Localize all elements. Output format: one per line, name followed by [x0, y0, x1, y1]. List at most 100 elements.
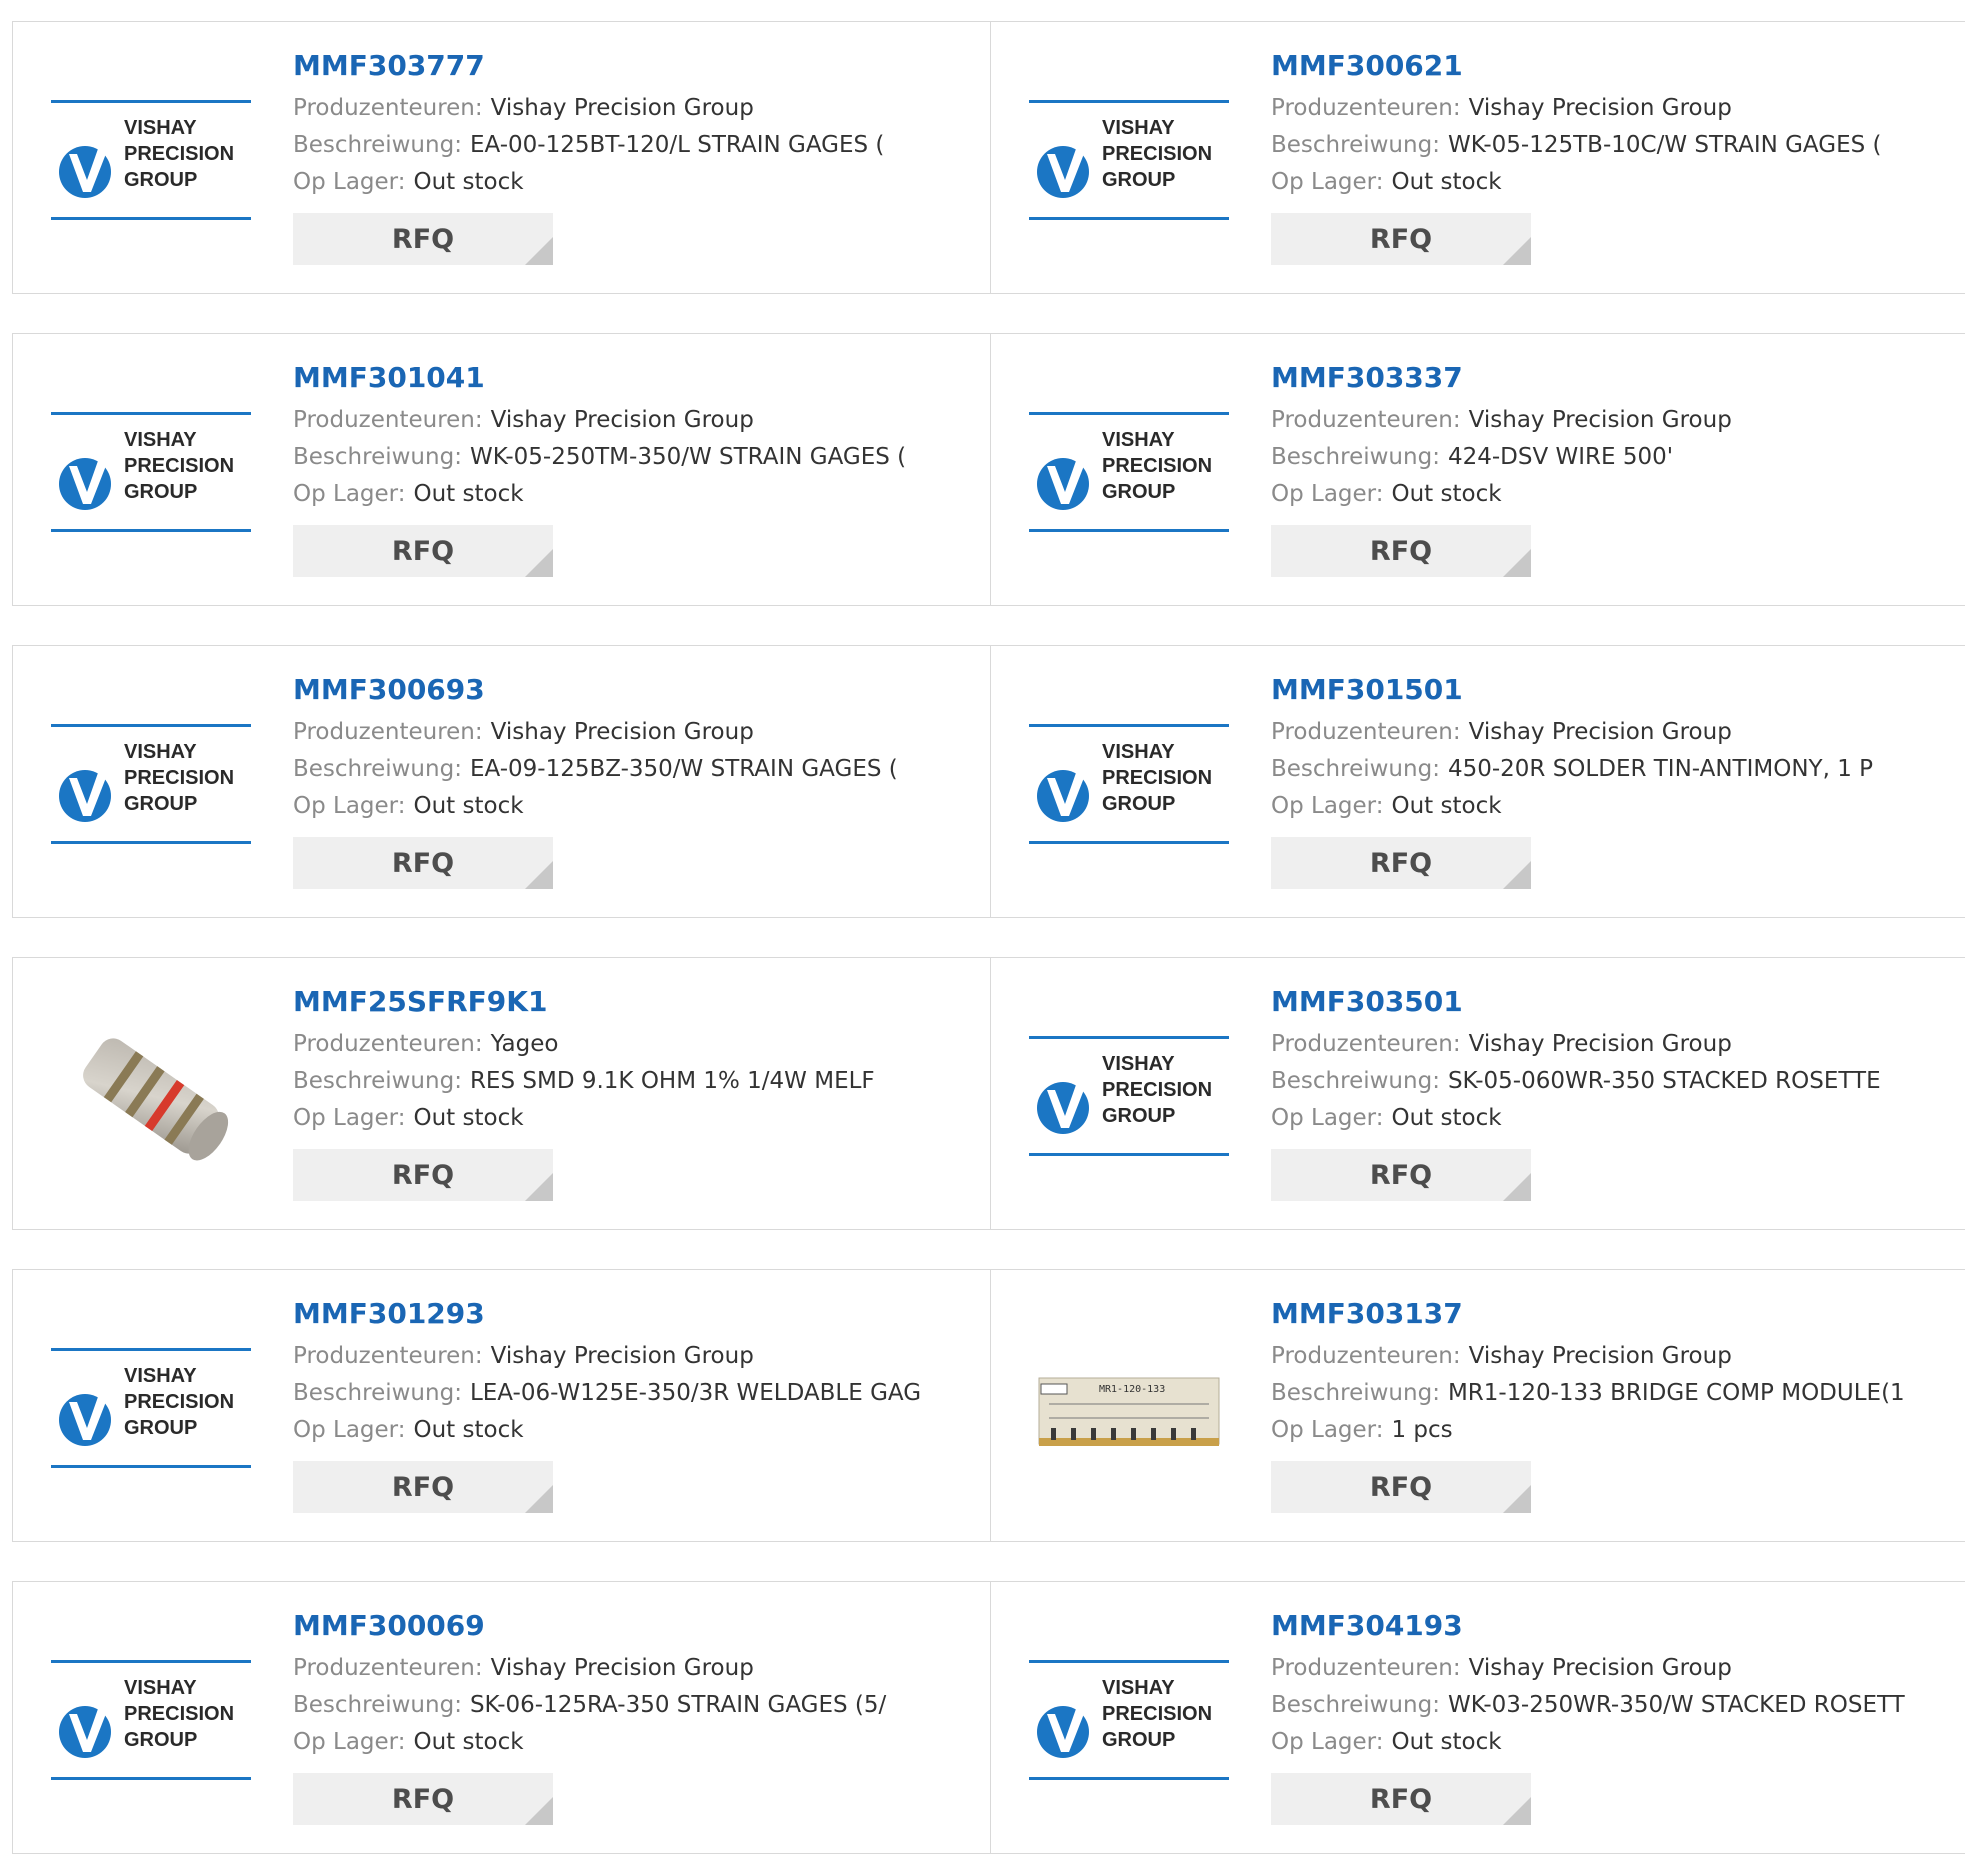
- product-image[interactable]: VISHAY PRECISION GROUP: [1029, 684, 1229, 884]
- description-value: EA-09-125BZ-350/W STRAIN GAGES (: [469, 756, 898, 782]
- rfq-button[interactable]: RFQ: [1271, 213, 1531, 265]
- rfq-button[interactable]: RFQ: [293, 213, 553, 265]
- stock-value: Out stock: [1391, 169, 1502, 195]
- part-number-link[interactable]: MMF301041: [293, 356, 981, 402]
- description-row: Beschreiwung: MR1-120-133 BRIDGE COMP MOD…: [1271, 1375, 1959, 1412]
- product-card: MR1-120-133 MMF303137 Produzenteuren: Vis…: [990, 1269, 1965, 1542]
- logo-line2: PRECISION: [1102, 1703, 1212, 1725]
- vishay-logo-image: VISHAY PRECISION GROUP: [51, 724, 251, 844]
- rfq-button[interactable]: RFQ: [293, 1461, 553, 1513]
- rfq-button[interactable]: RFQ: [1271, 1773, 1531, 1825]
- product-image[interactable]: VISHAY PRECISION GROUP: [51, 60, 251, 260]
- manufacturer-value: Vishay Precision Group: [490, 407, 754, 433]
- rfq-button[interactable]: RFQ: [1271, 1461, 1531, 1513]
- rfq-button[interactable]: RFQ: [1271, 837, 1531, 889]
- logo-line2: PRECISION: [124, 1703, 234, 1725]
- description-row: Beschreiwung: WK-03-250WR-350/W STACKED R…: [1271, 1687, 1959, 1724]
- rfq-label: RFQ: [391, 1783, 455, 1815]
- product-image[interactable]: [51, 996, 251, 1196]
- manufacturer-label: Produzenteuren:: [1271, 1343, 1461, 1369]
- product-image[interactable]: VISHAY PRECISION GROUP: [51, 684, 251, 884]
- rfq-button[interactable]: RFQ: [293, 525, 553, 577]
- product-image[interactable]: VISHAY PRECISION GROUP: [51, 1308, 251, 1508]
- vishay-logo-image: VISHAY PRECISION GROUP: [1029, 412, 1229, 532]
- product-card: VISHAY PRECISION GROUP MMF303337 Produze…: [990, 333, 1965, 606]
- stock-value: Out stock: [413, 169, 524, 195]
- vishay-logo-image: VISHAY PRECISION GROUP: [51, 1660, 251, 1780]
- corner-triangle-icon: [525, 861, 553, 889]
- stock-label: Op Lager:: [293, 481, 406, 507]
- part-number-link[interactable]: MMF303137: [1271, 1292, 1959, 1338]
- logo-line2: PRECISION: [1102, 455, 1212, 477]
- manufacturer-label: Produzenteuren:: [293, 1655, 483, 1681]
- manufacturer-row: Produzenteuren: Vishay Precision Group: [293, 90, 981, 127]
- stock-value: Out stock: [1391, 1729, 1502, 1755]
- description-label: Beschreiwung:: [1271, 756, 1440, 782]
- product-info: MMF303337 Produzenteuren: Vishay Precisio…: [1271, 356, 1959, 577]
- svg-text:MR1-120-133: MR1-120-133: [1099, 1384, 1165, 1395]
- manufacturer-value: Vishay Precision Group: [490, 1655, 754, 1681]
- description-label: Beschreiwung:: [293, 132, 462, 158]
- corner-triangle-icon: [1503, 861, 1531, 889]
- rfq-button[interactable]: RFQ: [293, 1773, 553, 1825]
- rfq-label: RFQ: [391, 223, 455, 255]
- stock-value: Out stock: [1391, 481, 1502, 507]
- logo-line3: GROUP: [124, 481, 197, 503]
- description-row: Beschreiwung: SK-05-060WR-350 STACKED ROS…: [1271, 1063, 1959, 1100]
- rfq-button[interactable]: RFQ: [1271, 1149, 1531, 1201]
- part-number-link[interactable]: MMF300069: [293, 1604, 981, 1650]
- logo-line2: PRECISION: [124, 143, 234, 165]
- part-number-link[interactable]: MMF303337: [1271, 356, 1959, 402]
- logo-line1: VISHAY: [124, 741, 197, 763]
- rfq-button[interactable]: RFQ: [293, 1149, 553, 1201]
- rfq-button[interactable]: RFQ: [293, 837, 553, 889]
- logo-line1: VISHAY: [1102, 1677, 1175, 1699]
- product-image[interactable]: VISHAY PRECISION GROUP: [1029, 996, 1229, 1196]
- logo-line3: GROUP: [1102, 1729, 1175, 1751]
- description-value: 450-20R SOLDER TIN-ANTIMONY, 1 P: [1447, 756, 1874, 782]
- product-image[interactable]: VISHAY PRECISION GROUP: [1029, 372, 1229, 572]
- manufacturer-label: Produzenteuren:: [293, 1343, 483, 1369]
- product-image[interactable]: VISHAY PRECISION GROUP: [51, 372, 251, 572]
- logo-line2: PRECISION: [1102, 143, 1212, 165]
- product-info: MMF303777 Produzenteuren: Vishay Precisio…: [293, 44, 981, 265]
- vishay-logo-image: VISHAY PRECISION GROUP: [1029, 724, 1229, 844]
- corner-triangle-icon: [1503, 1485, 1531, 1513]
- part-number-link[interactable]: MMF303777: [293, 44, 981, 90]
- vishay-logo-image: VISHAY PRECISION GROUP: [51, 100, 251, 220]
- description-value: 424-DSV WIRE 500': [1447, 444, 1674, 470]
- rfq-label: RFQ: [1369, 223, 1433, 255]
- part-number-link[interactable]: MMF25SFRF9K1: [293, 980, 981, 1026]
- logo-line3: GROUP: [124, 1417, 197, 1439]
- description-value: SK-06-125RA-350 STRAIN GAGES (5/: [469, 1692, 887, 1718]
- part-number-link[interactable]: MMF304193: [1271, 1604, 1959, 1650]
- part-number-link[interactable]: MMF303501: [1271, 980, 1959, 1026]
- description-row: Beschreiwung: 450-20R SOLDER TIN-ANTIMONY…: [1271, 751, 1959, 788]
- product-image[interactable]: VISHAY PRECISION GROUP: [1029, 1620, 1229, 1820]
- description-value: EA-00-125BT-120/L STRAIN GAGES (: [469, 132, 885, 158]
- product-image[interactable]: MR1-120-133: [1029, 1308, 1229, 1508]
- logo-line2: PRECISION: [124, 767, 234, 789]
- manufacturer-row: Produzenteuren: Vishay Precision Group: [1271, 90, 1959, 127]
- description-row: Beschreiwung: WK-05-250TM-350/W STRAIN GA…: [293, 439, 981, 476]
- corner-triangle-icon: [525, 549, 553, 577]
- part-number-link[interactable]: MMF300621: [1271, 44, 1959, 90]
- stock-value: 1 pcs: [1391, 1417, 1453, 1443]
- stock-row: Op Lager: Out stock: [293, 1100, 981, 1137]
- description-label: Beschreiwung:: [1271, 1692, 1440, 1718]
- product-card: VISHAY PRECISION GROUP MMF303501 Produze…: [990, 957, 1965, 1230]
- rfq-button[interactable]: RFQ: [1271, 525, 1531, 577]
- part-number-link[interactable]: MMF301501: [1271, 668, 1959, 714]
- description-label: Beschreiwung:: [293, 1380, 462, 1406]
- product-image[interactable]: VISHAY PRECISION GROUP: [1029, 60, 1229, 260]
- corner-triangle-icon: [1503, 549, 1531, 577]
- corner-triangle-icon: [1503, 237, 1531, 265]
- description-value: WK-05-125TB-10C/W STRAIN GAGES (: [1447, 132, 1882, 158]
- stock-label: Op Lager:: [1271, 169, 1384, 195]
- manufacturer-row: Produzenteuren: Vishay Precision Group: [1271, 1338, 1959, 1375]
- logo-line1: VISHAY: [1102, 741, 1175, 763]
- part-number-link[interactable]: MMF301293: [293, 1292, 981, 1338]
- manufacturer-label: Produzenteuren:: [1271, 1655, 1461, 1681]
- part-number-link[interactable]: MMF300693: [293, 668, 981, 714]
- product-image[interactable]: VISHAY PRECISION GROUP: [51, 1620, 251, 1820]
